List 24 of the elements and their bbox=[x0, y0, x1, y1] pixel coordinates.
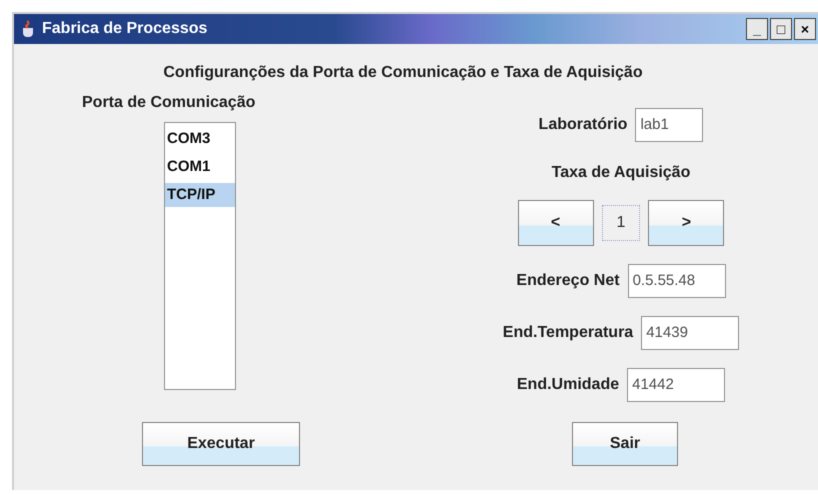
minimize-button[interactable]: _ bbox=[746, 18, 768, 40]
address-label: End.Umidade bbox=[516, 376, 620, 394]
maximize-button[interactable]: □ bbox=[770, 18, 792, 40]
address-field[interactable]: 0.5.55.48 bbox=[628, 264, 726, 298]
address-label: End.Temperatura bbox=[502, 324, 634, 342]
laboratory-label: Laboratório bbox=[538, 116, 628, 134]
decrease-button[interactable]: < bbox=[518, 200, 594, 246]
address-field[interactable]: 41439 bbox=[641, 316, 740, 350]
rate-value: 1 bbox=[602, 205, 640, 241]
exit-button[interactable]: Sair bbox=[572, 422, 678, 466]
increase-button[interactable]: > bbox=[648, 200, 724, 246]
port-list-item[interactable]: COM3 bbox=[165, 127, 235, 151]
port-list-item[interactable]: COM1 bbox=[165, 155, 235, 179]
window-title: Fabrica de Processos bbox=[42, 20, 208, 38]
address-field[interactable]: 41442 bbox=[627, 368, 726, 402]
execute-button[interactable]: Executar bbox=[142, 422, 300, 466]
dialog-heading: Configuranções da Porta de Comunicação e Taxa de Aquisição bbox=[162, 64, 644, 82]
port-list-item[interactable]: TCP/IP bbox=[165, 183, 235, 207]
close-button[interactable]: × bbox=[794, 18, 816, 40]
address-label: Endereço Net bbox=[516, 272, 620, 290]
coffee-cup-icon bbox=[20, 19, 36, 39]
laboratory-field[interactable]: lab1 bbox=[635, 108, 704, 142]
port-label: Porta de Comunicação bbox=[82, 94, 256, 112]
rate-label: Taxa de Aquisição bbox=[552, 164, 690, 182]
